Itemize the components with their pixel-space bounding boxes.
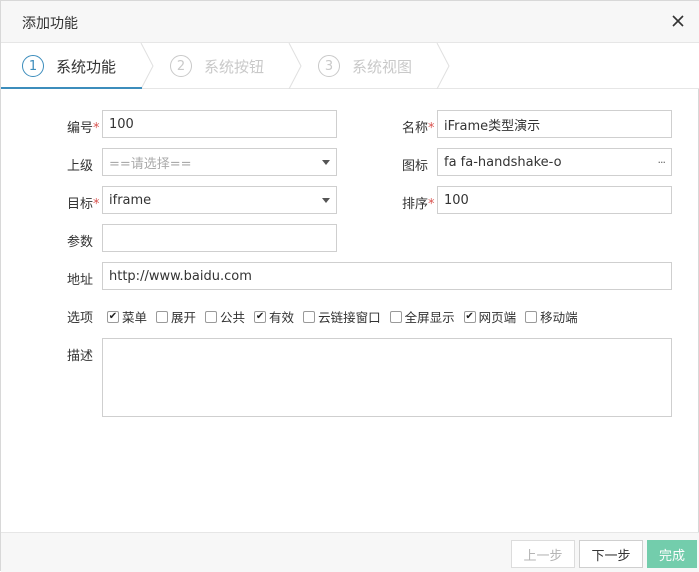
step-2[interactable]: 2 系统按钮	[170, 43, 264, 89]
checkbox[interactable]	[303, 310, 316, 323]
description-label: 描述	[67, 349, 94, 364]
step-number: 2	[170, 55, 192, 77]
step-number: 3	[318, 55, 340, 77]
name-input[interactable]: iFrame类型演示	[437, 110, 672, 138]
icon-label: 图标	[402, 159, 429, 174]
params-label: 参数	[67, 235, 94, 250]
option-public[interactable]: 公共	[205, 307, 245, 326]
address-label: 地址	[67, 273, 94, 288]
dialog-header: 添加功能	[1, 1, 699, 43]
caret-down-icon	[322, 159, 330, 165]
target-label: 目标*	[67, 197, 100, 212]
step-1[interactable]: 1 系统功能	[22, 43, 116, 89]
step-label: 系统视图	[352, 57, 413, 76]
option-web[interactable]: ✔ 网页端	[463, 307, 516, 326]
checkbox[interactable]	[205, 310, 218, 323]
code-input[interactable]: 100	[102, 110, 337, 138]
step-label: 系统按钮	[204, 57, 265, 76]
chevron-right-icon	[140, 43, 154, 89]
option-valid[interactable]: ✔ 有效	[254, 307, 294, 326]
option-fullscreen[interactable]: 全屏显示	[389, 307, 455, 326]
sort-input[interactable]: 100	[437, 186, 672, 214]
option-menu[interactable]: ✔ 菜单	[107, 307, 147, 326]
code-label: 编号*	[67, 121, 100, 136]
params-input[interactable]	[102, 224, 337, 252]
icon-input[interactable]: fa fa-handshake-o ···	[437, 148, 672, 176]
address-input[interactable]: http://www.baidu.com	[102, 262, 672, 290]
checkbox[interactable]	[156, 310, 169, 323]
active-step-indicator	[1, 87, 142, 89]
option-mobile[interactable]: 移动端	[525, 307, 578, 326]
options-group: ✔ 菜单 展开 公共 ✔ 有效 云链接窗口 全屏显示 ✔ 网页端 移动端	[107, 307, 587, 326]
option-cloud-link-window[interactable]: 云链接窗口	[303, 307, 381, 326]
name-label: 名称*	[402, 121, 435, 136]
finish-button[interactable]: 完成	[647, 540, 697, 568]
step-label: 系统功能	[56, 57, 117, 76]
description-textarea[interactable]	[102, 338, 672, 417]
checkbox[interactable]: ✔	[254, 310, 267, 323]
checkbox[interactable]: ✔	[107, 310, 119, 323]
more-icon[interactable]: ···	[658, 156, 666, 169]
option-expand[interactable]: 展开	[156, 307, 196, 326]
checkbox[interactable]	[525, 310, 538, 323]
chevron-right-icon	[436, 43, 450, 89]
step-3[interactable]: 3 系统视图	[318, 43, 412, 89]
next-step-button[interactable]: 下一步	[579, 540, 643, 568]
options-label: 选项	[67, 311, 94, 326]
parent-label: 上级	[67, 159, 94, 174]
target-select[interactable]: iframe	[102, 186, 337, 214]
chevron-right-icon	[288, 43, 302, 89]
parent-select[interactable]: ==请选择==	[102, 148, 337, 176]
checkbox[interactable]	[389, 310, 402, 323]
step-number: 1	[22, 55, 44, 77]
dialog-title: 添加功能	[22, 16, 78, 32]
step-wizard: 1 系统功能 2 系统按钮 3 系统视图	[1, 43, 699, 89]
caret-down-icon	[322, 197, 330, 203]
checkbox[interactable]: ✔	[463, 310, 476, 323]
close-icon[interactable]	[670, 13, 686, 29]
prev-step-button[interactable]: 上一步	[511, 540, 575, 568]
dialog-footer: 上一步 下一步 完成	[1, 532, 699, 572]
sort-label: 排序*	[402, 197, 435, 212]
add-function-dialog: 添加功能 1 系统功能 2 系统按钮 3 系统视图 编号* 100 名称* iF…	[0, 0, 699, 572]
